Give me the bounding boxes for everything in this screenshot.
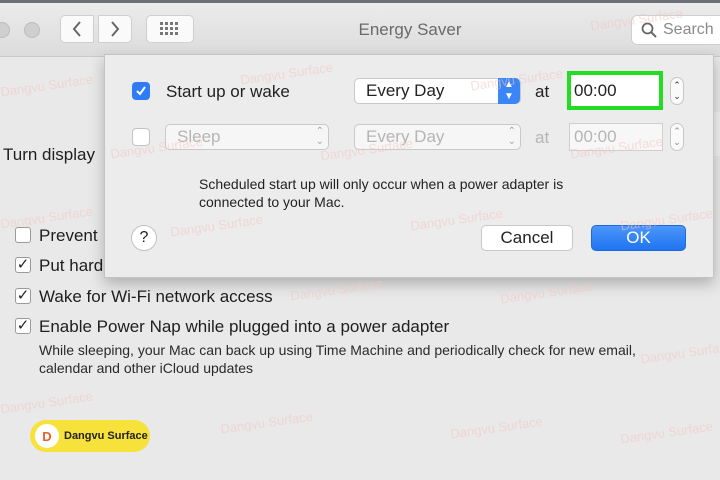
- chevron-right-icon: [111, 21, 120, 37]
- startup-at-label: at: [535, 82, 550, 101]
- window-control-button[interactable]: [0, 22, 10, 38]
- watermark-text: Dangvu Surface: [0, 71, 94, 100]
- startup-time-stepper[interactable]: ⌃ ⌄: [670, 77, 684, 105]
- prevent-sleep-label: Prevent: [39, 226, 98, 245]
- startup-wake-checkbox[interactable]: [132, 82, 150, 100]
- checkmark-icon: [136, 86, 146, 96]
- watermark-logo-icon: D: [35, 424, 59, 448]
- startup-time-field[interactable]: 00:00: [567, 71, 663, 110]
- grid-icon: [160, 22, 178, 35]
- startup-wake-label: Start up or wake: [166, 82, 290, 101]
- watermark-text: Dangvu Surface: [619, 418, 714, 447]
- cancel-button[interactable]: Cancel: [481, 225, 573, 251]
- window-control-button[interactable]: [24, 22, 40, 38]
- startup-frequency-value: Every Day: [366, 81, 445, 100]
- watermark-badge: D Dangvu Surface: [30, 420, 150, 452]
- power-nap-description-line1: While sleeping, your Mac can back up usi…: [39, 342, 636, 358]
- chevron-left-icon: [72, 21, 81, 37]
- help-button[interactable]: ?: [131, 225, 157, 251]
- back-button[interactable]: [60, 15, 94, 43]
- power-nap-checkbox[interactable]: ✓: [15, 318, 31, 334]
- watermark-text: Dangvu Surface: [289, 275, 384, 304]
- put-hard-disks-checkbox[interactable]: ✓: [15, 257, 31, 273]
- popup-arrows-icon: ⌃ ⌄: [507, 126, 516, 147]
- put-hard-disks-label: Put hard: [39, 256, 104, 275]
- watermark-text: Dangvu Surface: [449, 413, 544, 442]
- watermark-badge-text: Dangvu Surface: [64, 430, 148, 442]
- schedule-note-line2: connected to your Mac.: [199, 194, 345, 210]
- window-top-edge: [0, 0, 720, 3]
- show-all-button[interactable]: [146, 15, 194, 43]
- sleep-time-stepper[interactable]: ⌃ ⌄: [670, 123, 684, 151]
- popup-arrows-icon: ⌃ ⌄: [315, 126, 324, 147]
- forward-button[interactable]: [98, 15, 132, 43]
- wake-wifi-label: Wake for Wi-Fi network access: [39, 287, 273, 306]
- wake-wifi-checkbox[interactable]: ✓: [15, 288, 31, 304]
- schedule-note: Scheduled start up will only occur when …: [199, 175, 629, 211]
- prevent-sleep-checkbox[interactable]: [15, 227, 31, 243]
- search-placeholder: Search: [663, 21, 714, 38]
- sleep-at-label: at: [535, 128, 550, 147]
- watermark-text: Dangvu Surface: [499, 278, 594, 307]
- window-title: Energy Saver: [358, 20, 462, 39]
- turn-display-label: Turn display: [3, 145, 95, 164]
- schedule-sheet: Start up or wake Every Day ▲ ▼ at 00:00 ⌃…: [104, 54, 714, 278]
- watermark-text: Dangvu Surface: [219, 408, 314, 437]
- power-nap-label: Enable Power Nap while plugged into a po…: [39, 317, 450, 336]
- watermark-text: Dangvu Surface: [0, 388, 94, 417]
- power-nap-description-line2: calendar and other iCloud updates: [39, 360, 254, 376]
- schedule-note-line1: Scheduled start up will only occur when …: [199, 176, 564, 192]
